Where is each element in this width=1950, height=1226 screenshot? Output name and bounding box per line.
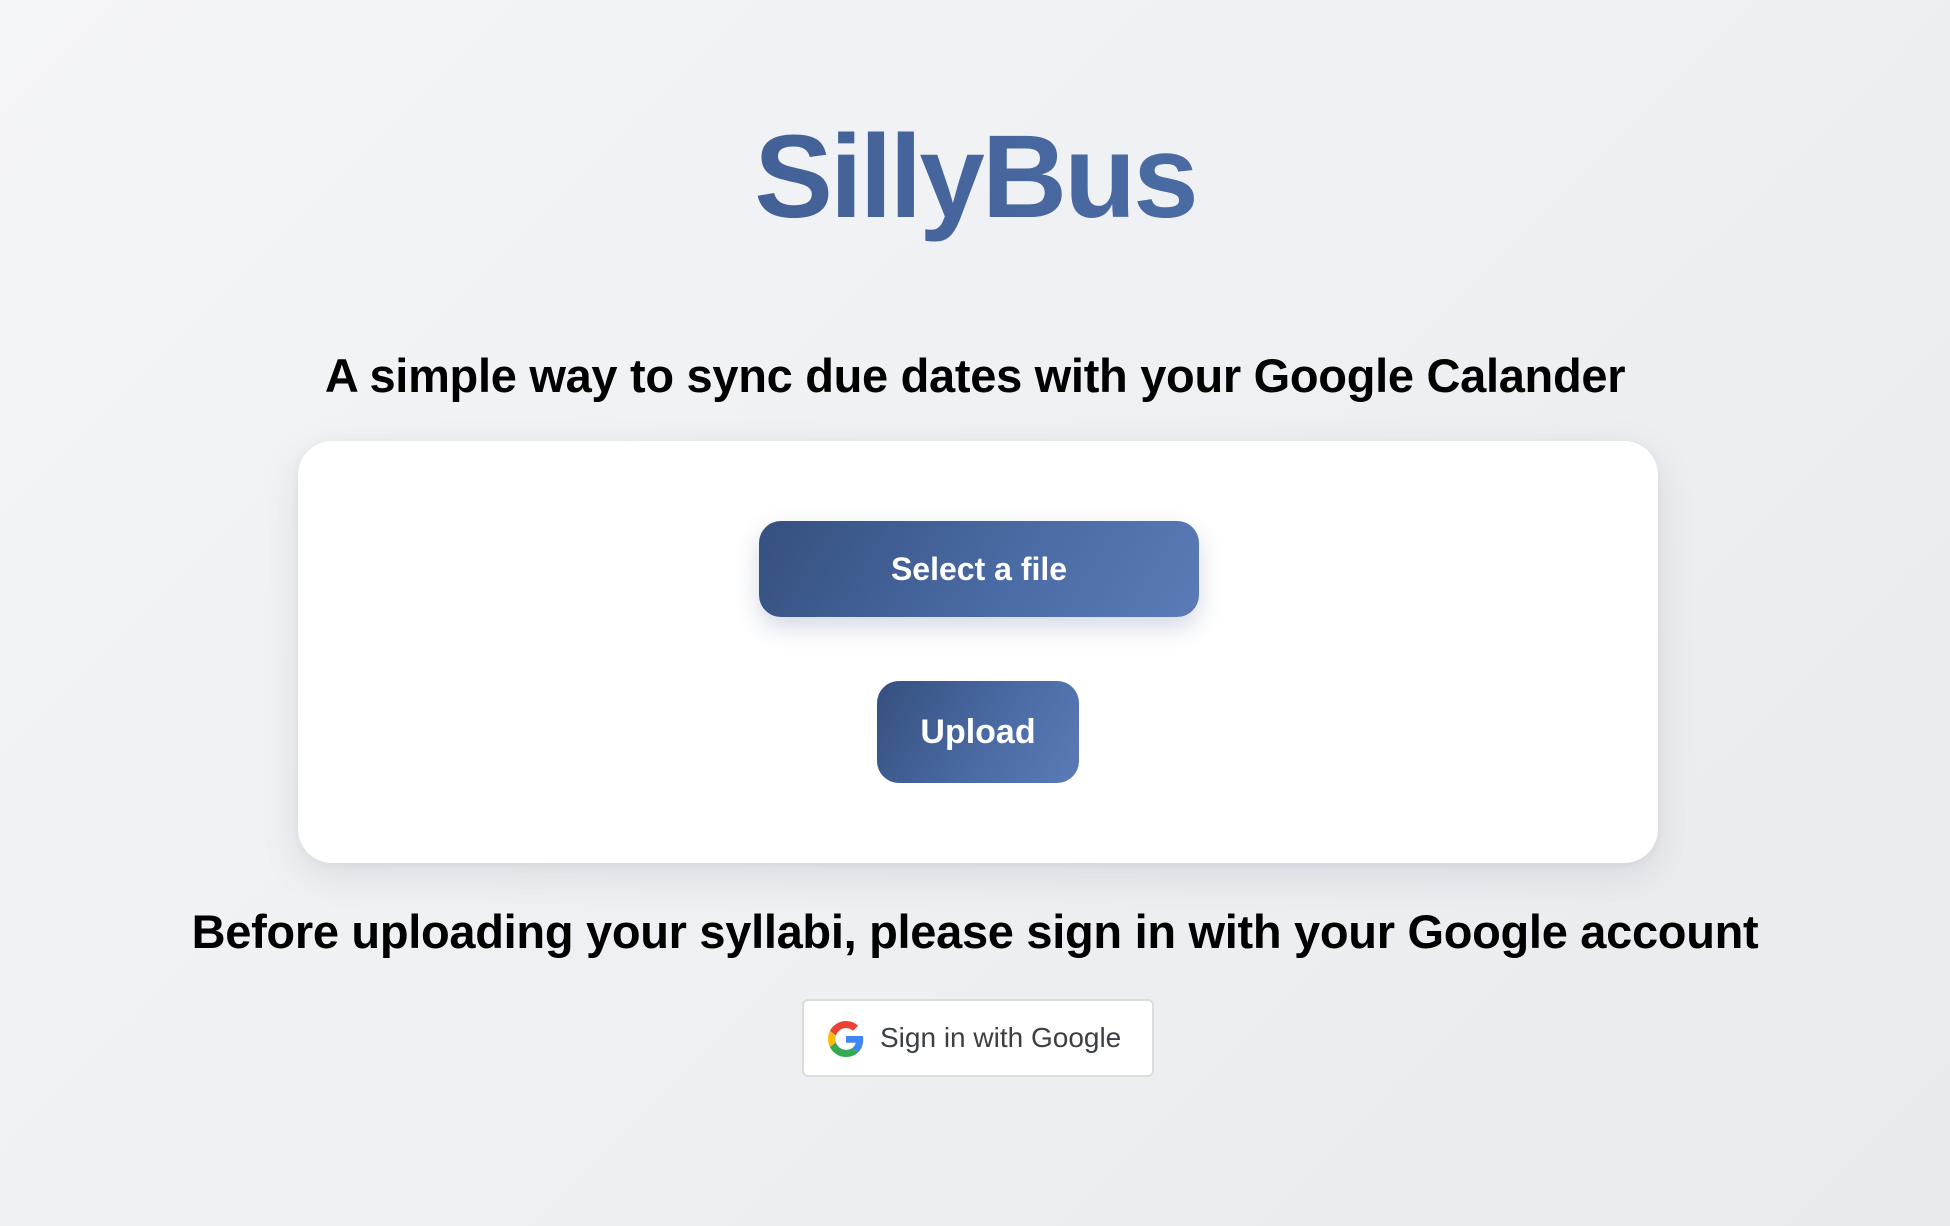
page-subtitle: A simple way to sync due dates with your…: [324, 349, 1626, 402]
sign-in-notice: Before uploading your syllabi, please si…: [191, 905, 1759, 958]
upload-button[interactable]: Upload: [877, 681, 1079, 783]
page: SillyBus A simple way to sync due dates …: [0, 0, 1950, 1226]
google-g-icon: [828, 1021, 864, 1057]
upload-card: Select a file Upload: [298, 441, 1658, 863]
app-title: SillyBus: [0, 112, 1950, 242]
select-file-button[interactable]: Select a file: [759, 521, 1199, 617]
google-sign-in-button[interactable]: Sign in with Google: [802, 999, 1154, 1077]
google-sign-in-label: Sign in with Google: [880, 1022, 1122, 1053]
